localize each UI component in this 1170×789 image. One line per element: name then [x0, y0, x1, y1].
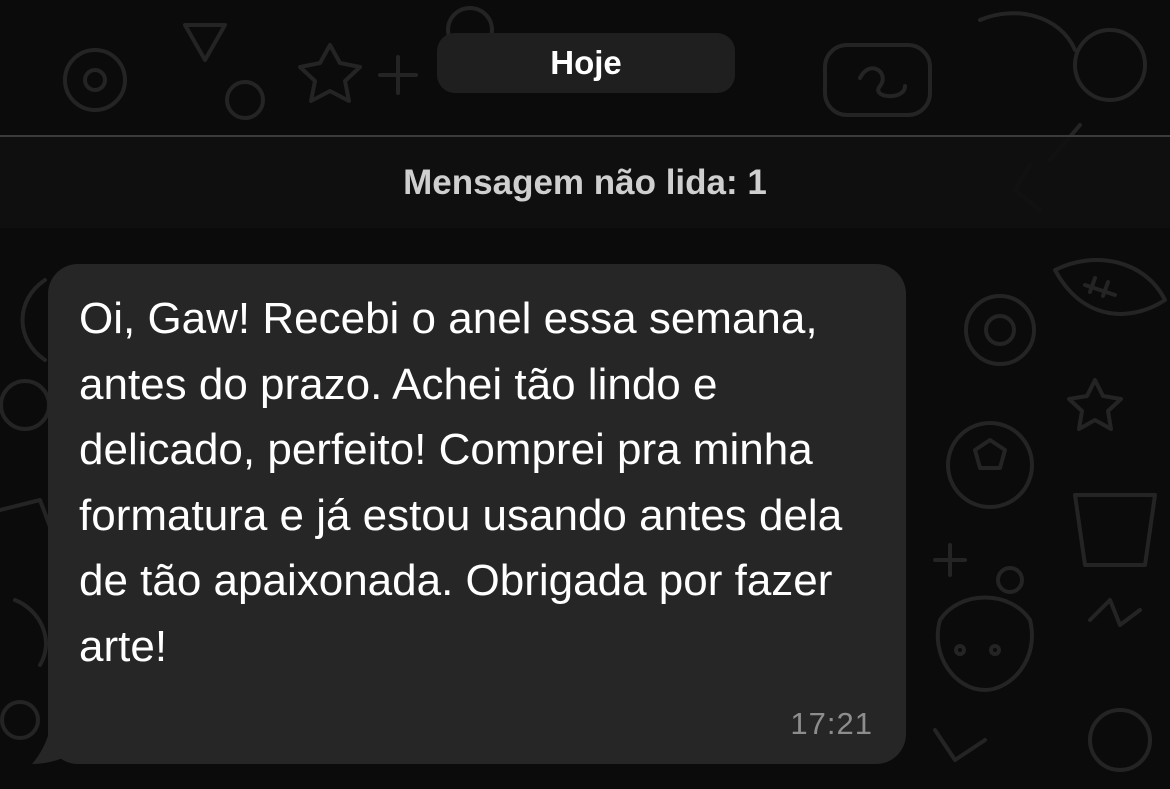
message-timestamp: 17:21	[790, 706, 873, 741]
chat-screen: Hoje Mensagem não lida: 1 Oi, Gaw! Receb…	[0, 0, 1170, 789]
unread-messages-banner: Mensagem não lida: 1	[0, 135, 1170, 228]
unread-messages-label: Mensagem não lida: 1	[403, 162, 767, 202]
message-text: Oi, Gaw! Recebi o anel essa semana, ante…	[79, 294, 843, 671]
date-separator-label: Hoje	[550, 44, 622, 81]
date-separator-pill: Hoje	[437, 33, 735, 93]
incoming-message-bubble[interactable]: Oi, Gaw! Recebi o anel essa semana, ante…	[48, 264, 906, 764]
